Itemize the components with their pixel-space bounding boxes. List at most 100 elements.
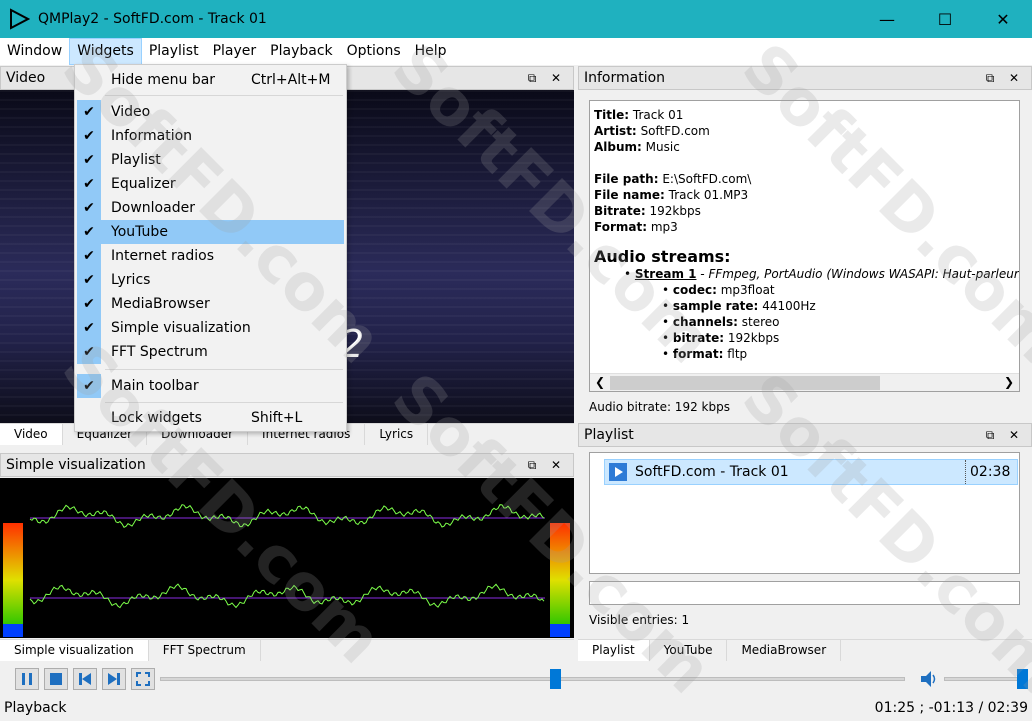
check-icon: ✔: [77, 172, 101, 196]
menu-item-label: Playlist: [111, 152, 161, 168]
playlist-row[interactable]: SoftFD.com - Track 01 02:38: [604, 459, 1018, 485]
menu-playback[interactable]: Playback: [263, 38, 339, 65]
info-album: Album: Music: [594, 140, 680, 154]
menu-separator: [105, 402, 343, 403]
minimize-icon: —: [879, 9, 895, 29]
tab-simple-visualization[interactable]: Simple visualization: [0, 640, 149, 661]
previous-icon: [79, 673, 91, 685]
horizontal-scrollbar[interactable]: ❮ ❯: [590, 373, 1019, 391]
stream-prop: • format: fltp: [662, 347, 748, 361]
menu-item-hide-menu-bar[interactable]: Hide menu bar Ctrl+Alt+M: [77, 68, 344, 92]
scroll-right-icon[interactable]: ❯: [1004, 375, 1014, 389]
fullscreen-button[interactable]: [131, 668, 155, 690]
close-icon[interactable]: ✕: [547, 69, 565, 87]
menu-help[interactable]: Help: [408, 38, 454, 65]
menu-item-simple-visualization[interactable]: ✔ Simple visualization: [77, 316, 344, 340]
float-icon[interactable]: ⧉: [981, 69, 999, 87]
stream-prop: • codec: mp3float: [662, 283, 775, 297]
fullscreen-icon: [136, 672, 150, 686]
previous-button[interactable]: [73, 668, 97, 690]
simple-visualization: [0, 478, 574, 638]
menu-item-mediabrowser[interactable]: ✔ MediaBrowser: [77, 292, 344, 316]
tab-video[interactable]: Video: [0, 424, 63, 445]
menu-widgets[interactable]: Widgets: [69, 38, 142, 65]
menu-item-lock-widgets[interactable]: Lock widgets Shift+L: [77, 406, 344, 430]
volume-handle[interactable]: [1017, 669, 1028, 689]
next-button[interactable]: [102, 668, 126, 690]
check-icon: ✔: [77, 316, 101, 340]
menu-player[interactable]: Player: [206, 38, 264, 65]
seek-handle[interactable]: [549, 669, 561, 689]
check-icon: ✔: [77, 268, 101, 292]
menu-item-downloader[interactable]: ✔ Downloader: [77, 196, 344, 220]
tab-mediabrowser[interactable]: MediaBrowser: [727, 640, 842, 661]
menu-item-fft-spectrum[interactable]: ✔ FFT Spectrum: [77, 340, 344, 364]
menu-playlist[interactable]: Playlist: [142, 38, 206, 65]
menu-item-lyrics[interactable]: ✔ Lyrics: [77, 268, 344, 292]
visible-entries-label: Visible entries: 1: [589, 613, 690, 627]
check-icon: ✔: [77, 148, 101, 172]
menu-window[interactable]: Window: [0, 38, 69, 65]
close-icon[interactable]: ✕: [1005, 426, 1023, 444]
menu-item-equalizer[interactable]: ✔ Equalizer: [77, 172, 344, 196]
seek-slider[interactable]: [160, 677, 905, 681]
tab-fft-spectrum[interactable]: FFT Spectrum: [149, 640, 261, 661]
check-icon: ✔: [77, 292, 101, 316]
menu-item-video[interactable]: ✔ Video: [77, 100, 344, 124]
info-bitrate: Bitrate: 192kbps: [594, 204, 701, 218]
volume-icon[interactable]: [919, 670, 939, 688]
playlist-entry-name: SoftFD.com - Track 01: [635, 464, 789, 480]
tab-lyrics[interactable]: Lyrics: [365, 424, 429, 445]
check-icon: ✔: [77, 340, 101, 364]
menu-item-label: Equalizer: [111, 176, 176, 192]
play-triangle-icon: [10, 8, 30, 30]
playlist-search-input[interactable]: [589, 581, 1020, 605]
minimize-button[interactable]: —: [858, 0, 916, 38]
menu-options[interactable]: Options: [340, 38, 408, 65]
playlist-dock-title: Playlist ⧉ ✕: [578, 423, 1032, 447]
maximize-icon: ☐: [937, 9, 953, 29]
information-dock-title: Information ⧉ ✕: [578, 66, 1032, 90]
close-icon[interactable]: ✕: [547, 456, 565, 474]
tab-youtube[interactable]: YouTube: [650, 640, 728, 661]
scrollbar-thumb[interactable]: [610, 376, 880, 390]
menu-separator: [105, 369, 343, 370]
stream-prop: • bitrate: 192kbps: [662, 331, 780, 345]
menu-item-information[interactable]: ✔ Information: [77, 124, 344, 148]
stream-prop: • channels: stereo: [662, 315, 780, 329]
check-icon: ✔: [77, 124, 101, 148]
pause-button[interactable]: [15, 668, 39, 690]
viz-tab-bar: Simple visualization FFT Spectrum: [0, 639, 574, 661]
pause-icon: [22, 673, 32, 685]
check-icon: ✔: [77, 100, 101, 124]
waveform-top: [29, 504, 545, 528]
float-icon[interactable]: ⧉: [981, 426, 999, 444]
title-bar: QMPlay2 - SoftFD.com - Track 01 — ☐ ✕: [0, 0, 1032, 38]
status-left: Playback: [4, 700, 67, 716]
window-title: QMPlay2 - SoftFD.com - Track 01: [38, 11, 267, 27]
stream-link[interactable]: Stream 1: [635, 267, 697, 281]
menu-item-playlist[interactable]: ✔ Playlist: [77, 148, 344, 172]
information-text: Title: Track 01 Artist: SoftFD.com Album…: [589, 100, 1020, 392]
menu-separator: [105, 95, 343, 96]
info-title: Title: Track 01: [594, 108, 684, 122]
check-icon: ✔: [77, 244, 101, 268]
float-icon[interactable]: ⧉: [523, 69, 541, 87]
volume-slider[interactable]: [944, 677, 1022, 681]
tab-playlist[interactable]: Playlist: [578, 640, 650, 661]
right-tab-bar: Playlist YouTube MediaBrowser: [578, 639, 1032, 661]
status-bar: Playback 01:25 ; -01:13 / 02:39: [0, 697, 1032, 721]
playlist-view[interactable]: SoftFD.com - Track 01 02:38: [589, 452, 1020, 574]
menu-item-label: Lyrics: [111, 272, 151, 288]
maximize-button[interactable]: ☐: [916, 0, 974, 38]
menu-item-youtube[interactable]: ✔ YouTube: [77, 220, 344, 244]
close-icon[interactable]: ✕: [1005, 69, 1023, 87]
menu-item-main-toolbar[interactable]: ✔ Main toolbar: [77, 374, 344, 398]
menu-item-internet-radios[interactable]: ✔ Internet radios: [77, 244, 344, 268]
stop-button[interactable]: [44, 668, 68, 690]
scroll-left-icon[interactable]: ❮: [595, 375, 605, 389]
menu-bar: Window Widgets Playlist Player Playback …: [0, 38, 1032, 65]
float-icon[interactable]: ⧉: [523, 456, 541, 474]
viz-dock-title: Simple visualization ⧉ ✕: [0, 453, 574, 477]
close-button[interactable]: ✕: [974, 0, 1032, 38]
